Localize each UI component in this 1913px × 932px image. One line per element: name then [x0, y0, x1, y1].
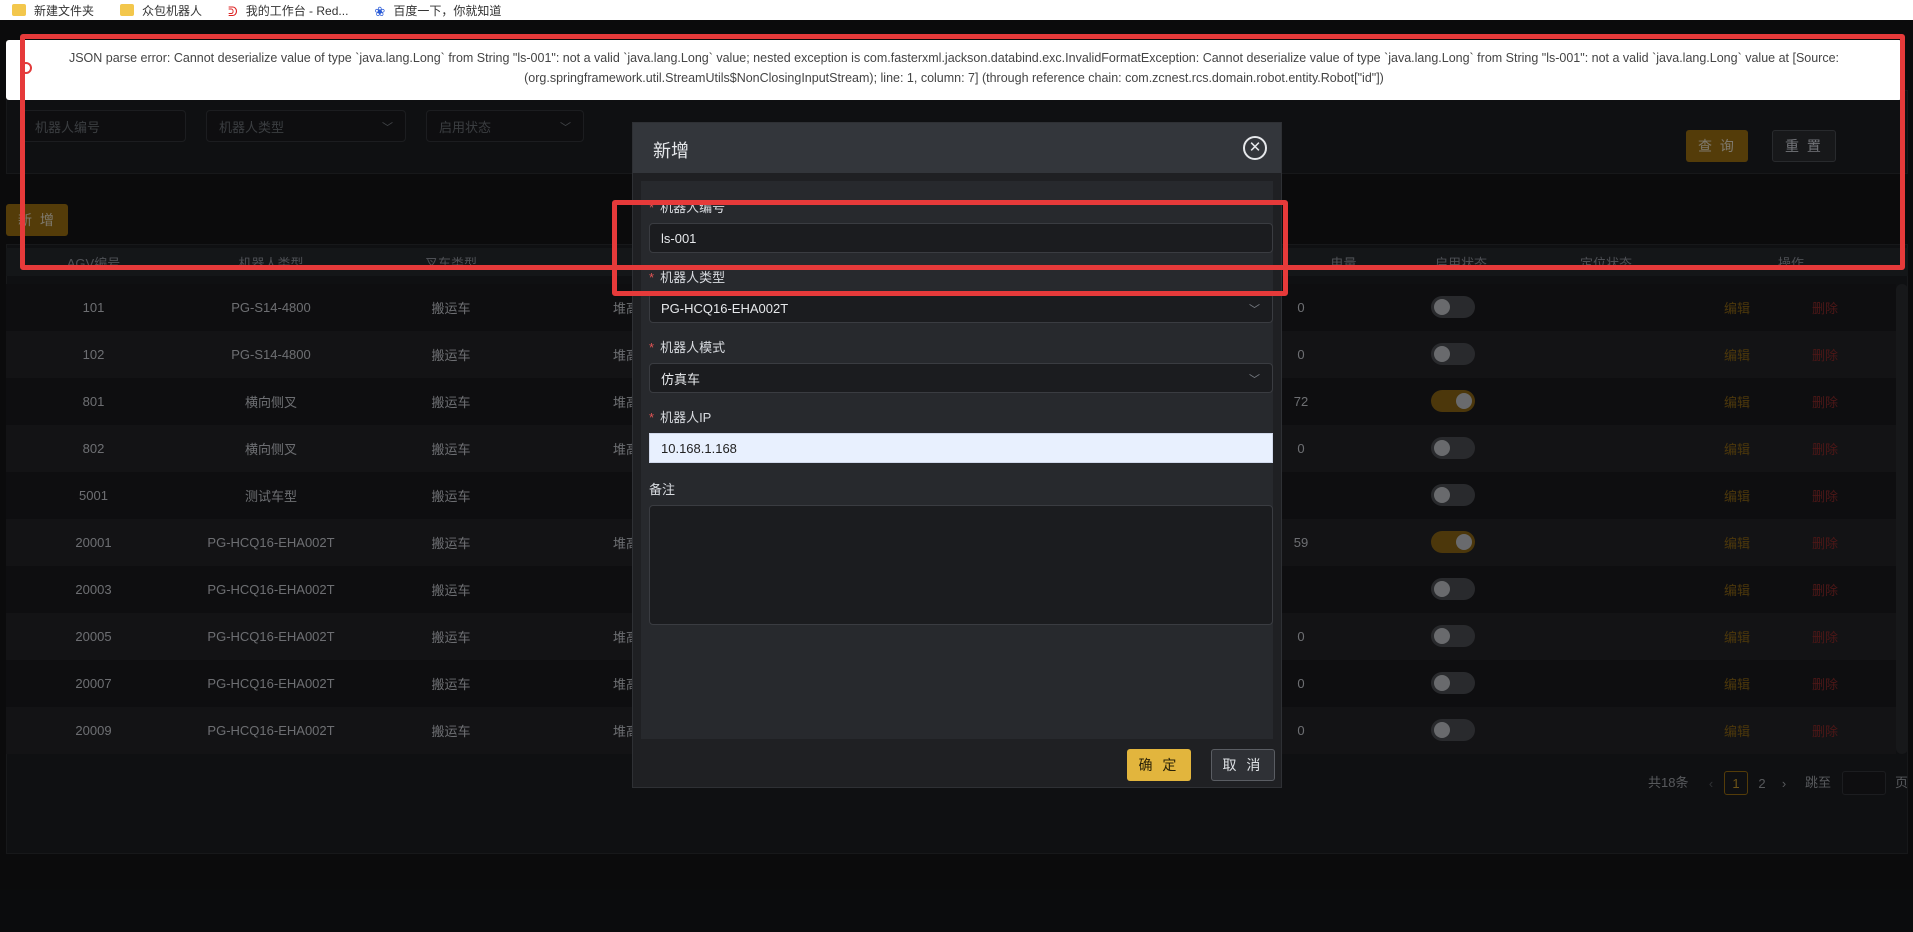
select-value: 仿真车 [661, 371, 701, 387]
bookmark-baidu[interactable]: ❀ 百度一下，你就知道 [374, 0, 501, 20]
bookmark-label: 众包机器人 [142, 3, 203, 18]
baidu-icon: ❀ [374, 4, 386, 19]
chevron-down-icon: ﹀ [1249, 374, 1260, 386]
select-value: PG-HCQ16-EHA002T [661, 300, 789, 316]
robot-mode-select[interactable]: 仿真车 ﹀ [649, 363, 1273, 393]
bookmarks-bar: 新建文件夹 众包机器人 ᕲ 我的工作台 - Red... ❀ 百度一下，你就知道 [0, 0, 1913, 20]
remark-textarea[interactable] [649, 505, 1273, 625]
confirm-button[interactable]: 确 定 [1127, 749, 1191, 781]
remark-label: 备注 [649, 482, 676, 497]
bookmark-crowd-robot[interactable]: 众包机器人 [120, 0, 202, 20]
robot-ip-input[interactable]: 10.168.1.168 [649, 433, 1273, 463]
robot-ip-label: * 机器人IP [649, 410, 712, 425]
robot-mode-label: * 机器人模式 [649, 340, 726, 355]
redmine-icon: ᕲ [228, 4, 238, 19]
bookmark-redmine[interactable]: ᕲ 我的工作台 - Red... [228, 0, 348, 20]
bookmark-label: 我的工作台 - Red... [245, 3, 349, 18]
folder-icon [120, 4, 135, 16]
bookmark-label: 新建文件夹 [34, 3, 95, 18]
cancel-button[interactable]: 取 消 [1211, 749, 1275, 781]
bookmark-label: 百度一下，你就知道 [393, 3, 502, 18]
folder-icon [12, 4, 26, 16]
annotation-box-robot-no [612, 200, 1288, 296]
input-value: 10.168.1.168 [661, 440, 737, 456]
bookmark-new-folder[interactable]: 新建文件夹 [12, 0, 94, 20]
robot-type-select[interactable]: PG-HCQ16-EHA002T ﹀ [649, 293, 1273, 323]
chevron-down-icon: ﹀ [1249, 304, 1260, 316]
